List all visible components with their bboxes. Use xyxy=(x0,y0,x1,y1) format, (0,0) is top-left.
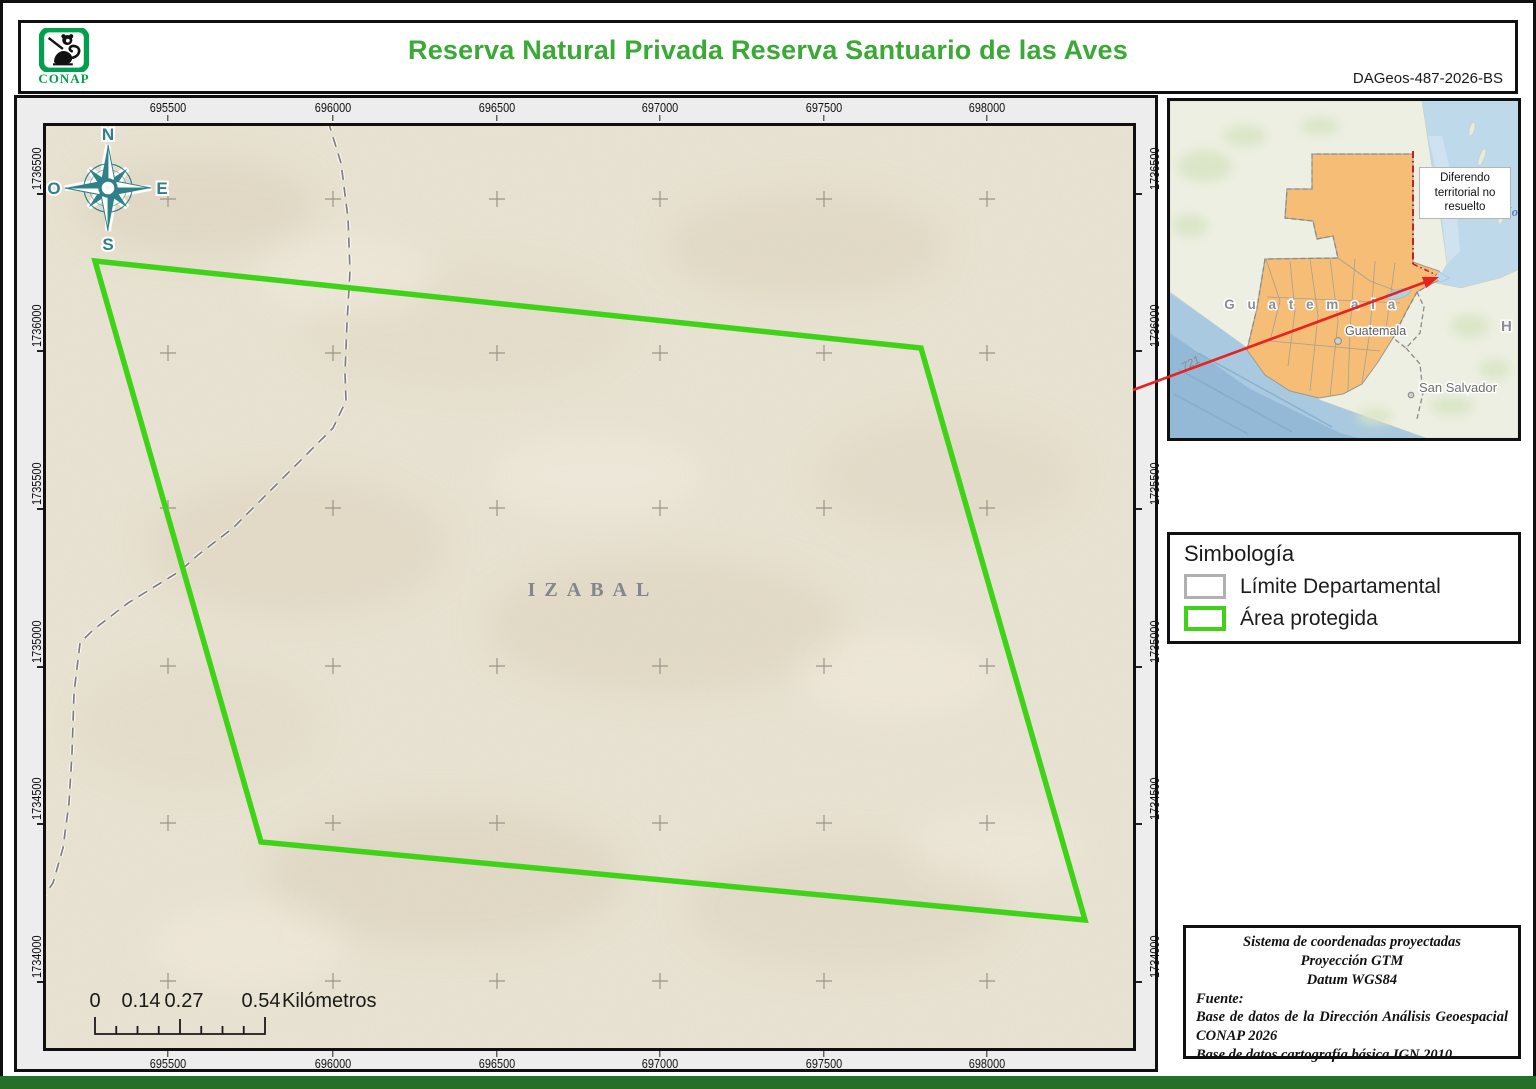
page-title: Reserva Natural Privada Reserva Santuari… xyxy=(408,35,1128,65)
protected-area-swatch xyxy=(1184,606,1226,631)
legend-item-protected-area: Área protegida xyxy=(1184,606,1504,631)
scale-tick-label: 0.14 xyxy=(122,990,161,1012)
map-document-page: CONAP Reserva Natural Privada Reserva Sa… xyxy=(0,0,1536,1089)
departmental-limit-swatch xyxy=(1184,574,1226,599)
x-axis-label: 698000 xyxy=(965,101,1008,121)
x-axis-label: 696500 xyxy=(475,1051,518,1071)
x-axis-label: 695500 xyxy=(146,101,189,121)
x-axis-label: 697000 xyxy=(638,1051,681,1071)
x-axis-label: 695500 xyxy=(146,1051,189,1071)
territorial-note: Diferendo territorial no resuelto xyxy=(1419,167,1511,220)
crs-line: Proyección GTM xyxy=(1300,952,1404,969)
legend: Simbología Límite Departamental Área pro… xyxy=(1167,532,1521,644)
document-code: DAGeos-487-2026-BS xyxy=(1352,70,1503,87)
legend-item-departmental: Límite Departamental xyxy=(1184,574,1504,599)
x-axis-label: 696000 xyxy=(311,1051,354,1071)
compass-north-label: N xyxy=(102,126,114,144)
x-axis-label: 698000 xyxy=(965,1051,1008,1071)
conap-wordmark: CONAP xyxy=(38,71,90,86)
x-axis-label: 697500 xyxy=(802,1051,845,1071)
crs-line: Datum WGS84 xyxy=(1306,971,1398,988)
legend-item-label: Límite Departamental xyxy=(1240,574,1441,598)
x-axis-label: 696000 xyxy=(311,101,354,121)
x-axis-label: 697000 xyxy=(638,101,681,121)
honduras-label: H o xyxy=(1501,318,1518,335)
crs-line: Sistema de coordenadas proyectadas xyxy=(1243,934,1461,950)
scale-unit-label: Kilómetros xyxy=(282,990,376,1012)
legend-item-label: Área protegida xyxy=(1240,606,1378,630)
compass-south-label: S xyxy=(102,235,113,254)
compass-west-label: O xyxy=(47,179,60,198)
x-axis-label: 697500 xyxy=(802,101,845,121)
map-canvas: IZABAL N S E O 0 0.14 0.27 0.54 Kilómetr… xyxy=(43,123,1136,1051)
capital-city-dot xyxy=(1334,337,1342,345)
header: CONAP Reserva Natural Privada Reserva Sa… xyxy=(18,20,1518,94)
footer-bar xyxy=(0,1076,1536,1089)
x-axis-label: 696500 xyxy=(475,101,518,121)
source-label: Fuente: xyxy=(1196,990,1244,1007)
main-map-panel: 695500 696000 696500 697000 697500 69800… xyxy=(14,95,1162,1072)
source-line: Base de datos de la Dirección Análisis G… xyxy=(1196,1009,1508,1045)
scale-tick-label: 0 xyxy=(89,990,100,1012)
san-salvador-label: San Salvador xyxy=(1419,380,1498,395)
source-line: Base de datos cartografía básica IGN 201… xyxy=(1196,1047,1453,1064)
credits-box: Sistema de coordenadas proyectadas Proye… xyxy=(1183,925,1521,1063)
capital-label: Guatemala xyxy=(1345,324,1406,338)
legend-title: Simbología xyxy=(1184,541,1295,566)
scale-tick-label: 0.54 xyxy=(242,990,281,1012)
locator-inset-map: G u a t e m a l a Guatemala San Salvador… xyxy=(1167,98,1521,441)
inset-svg: G u a t e m a l a Guatemala San Salvador… xyxy=(1170,101,1518,438)
san-salvador-dot xyxy=(1407,391,1415,399)
compass-east-label: E xyxy=(156,179,167,198)
scale-tick-label: 0.27 xyxy=(165,990,204,1012)
map-svg: IZABAL N S E O 0 0.14 0.27 0.54 Kilómetr… xyxy=(46,126,1133,1048)
country-label: G u a t e m a l a xyxy=(1224,297,1400,312)
region-label: IZABAL xyxy=(528,579,659,601)
